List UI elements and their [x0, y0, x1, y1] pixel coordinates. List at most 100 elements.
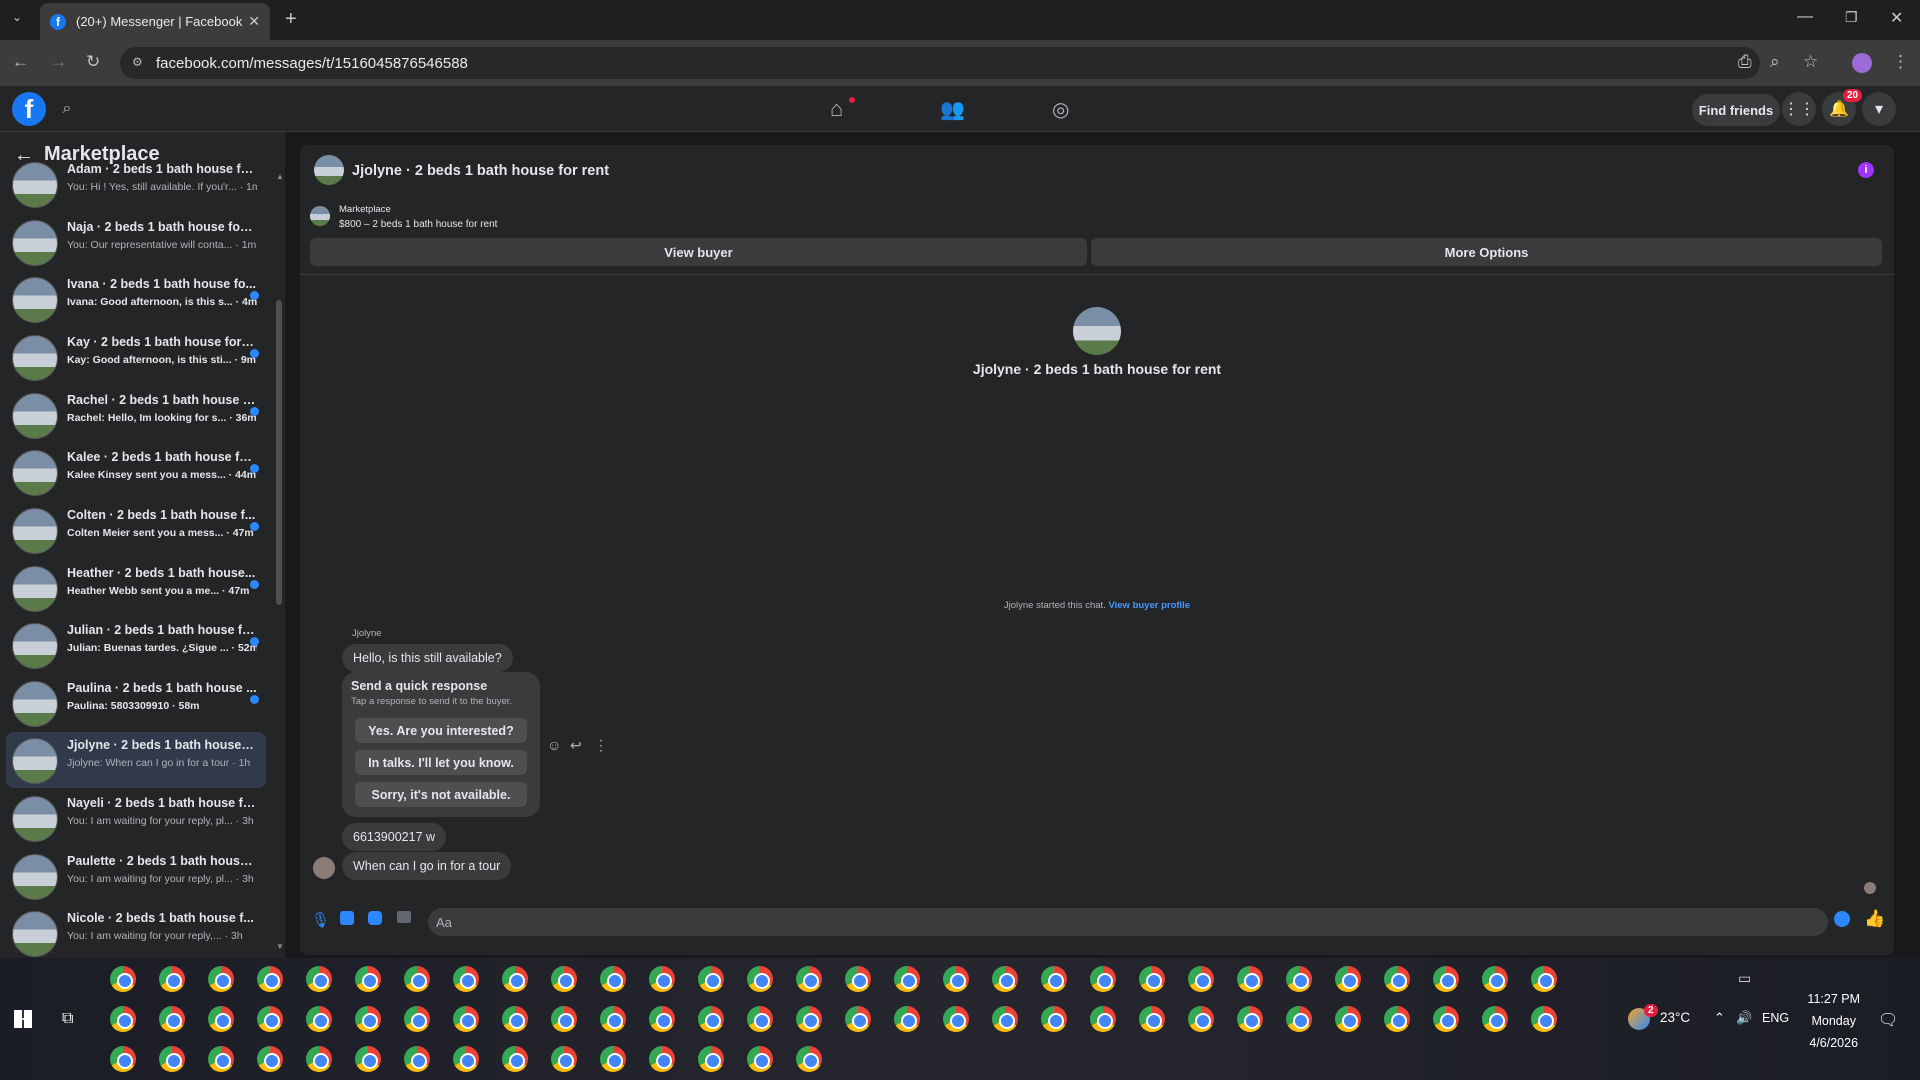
taskbar-app-icon[interactable]: [355, 966, 381, 992]
taskbar-app-icon[interactable]: [1433, 966, 1459, 992]
taskbar-app-icon[interactable]: [1335, 1006, 1361, 1032]
more-options-button[interactable]: More Options: [1091, 238, 1882, 266]
find-friends-button[interactable]: Find friends: [1692, 94, 1780, 126]
taskbar-app-icon[interactable]: [1286, 966, 1312, 992]
task-view-icon[interactable]: ⧉: [62, 1010, 73, 1028]
tab-list-dropdown-icon[interactable]: ⌄: [12, 10, 22, 24]
quick-response-yes[interactable]: Yes. Are you interested?: [355, 718, 527, 743]
taskbar-app-icon[interactable]: [747, 1006, 773, 1032]
taskbar-app-icon[interactable]: [796, 1006, 822, 1032]
profile-avatar[interactable]: [1852, 53, 1872, 73]
taskbar-app-icon[interactable]: [208, 966, 234, 992]
taskbar-app-icon[interactable]: [992, 1006, 1018, 1032]
address-bar[interactable]: ⚙ facebook.com/messages/t/15160458765465…: [120, 47, 1760, 79]
taskbar-app-icon[interactable]: [453, 1006, 479, 1032]
taskbar-app-icon[interactable]: [1531, 966, 1557, 992]
message-bubble-tour[interactable]: When can I go in for a tour: [342, 852, 512, 880]
home-icon[interactable]: ⌂: [830, 96, 843, 122]
taskbar-app-icon[interactable]: [159, 966, 185, 992]
taskbar-app-icon[interactable]: [894, 966, 920, 992]
install-app-icon[interactable]: ⎙: [1738, 52, 1752, 72]
message-bubble[interactable]: Hello, is this still available?: [342, 644, 513, 672]
taskbar-app-icon[interactable]: [943, 966, 969, 992]
conversation-item[interactable]: Kalee · 2 beds 1 bath house fo... Kalee K…: [6, 444, 266, 500]
taskbar-app-icon[interactable]: [1286, 1006, 1312, 1032]
sidebar-scrollbar[interactable]: [276, 300, 282, 605]
groups-icon[interactable]: ◎: [1052, 97, 1069, 122]
conversation-item[interactable]: Adam · 2 beds 1 bath house for ... You: H…: [6, 156, 266, 212]
taskbar-app-icon[interactable]: [355, 1006, 381, 1032]
show-desktop-icon[interactable]: ▭: [1738, 970, 1751, 987]
emoji-icon[interactable]: [1834, 911, 1850, 927]
tray-chevron-icon[interactable]: ⌃: [1714, 1010, 1725, 1026]
listing-price[interactable]: $800 – 2 beds 1 bath house for rent: [339, 219, 497, 230]
view-buyer-button[interactable]: View buyer: [310, 238, 1087, 266]
quick-response-not-available[interactable]: Sorry, it's not available.: [355, 782, 527, 807]
taskbar-app-icon[interactable]: [943, 1006, 969, 1032]
taskbar-app-icon[interactable]: [1384, 1006, 1410, 1032]
taskbar-app-icon[interactable]: [110, 1046, 136, 1072]
taskbar-app-icon[interactable]: [306, 1006, 332, 1032]
taskbar-app-icon[interactable]: [1041, 1006, 1067, 1032]
taskbar-app-icon[interactable]: [845, 1006, 871, 1032]
sender-avatar[interactable]: [313, 857, 335, 879]
facebook-logo[interactable]: f: [12, 92, 46, 126]
menu-grid-icon[interactable]: ⋮⋮: [1782, 92, 1816, 126]
react-icon[interactable]: ☺: [547, 737, 561, 753]
taskbar-app-icon[interactable]: [1531, 1006, 1557, 1032]
taskbar-app-icon[interactable]: [257, 1046, 283, 1072]
language-indicator[interactable]: ENG: [1762, 1011, 1789, 1025]
chat-title[interactable]: Jjolyne · 2 beds 1 bath house for rent: [352, 163, 609, 179]
new-tab-button[interactable]: +: [285, 8, 297, 31]
taskbar-app-icon[interactable]: [502, 1046, 528, 1072]
message-bubble-phone[interactable]: 6613900217 w: [342, 823, 447, 851]
conversation-item[interactable]: Rachel · 2 beds 1 bath house f... Rachel:…: [6, 387, 266, 443]
taskbar-app-icon[interactable]: [502, 966, 528, 992]
taskbar-app-icon[interactable]: [1482, 1006, 1508, 1032]
taskbar-app-icon[interactable]: [600, 966, 626, 992]
account-dropdown-icon[interactable]: ▾: [1862, 92, 1896, 126]
conversation-item[interactable]: Nicole · 2 beds 1 bath house f... You: I …: [6, 905, 266, 961]
taskbar-app-icon[interactable]: [698, 1046, 724, 1072]
conversation-item[interactable]: Colten · 2 beds 1 bath house f... Colten …: [6, 502, 266, 558]
taskbar-app-icon[interactable]: [551, 1006, 577, 1032]
taskbar-app-icon[interactable]: [306, 1046, 332, 1072]
taskbar-app-icon[interactable]: [404, 966, 430, 992]
browser-menu-icon[interactable]: ⋮: [1892, 52, 1909, 72]
reply-icon[interactable]: ↩: [570, 737, 582, 754]
scroll-down-icon[interactable]: ▼: [276, 942, 284, 951]
taskbar-app-icon[interactable]: [551, 1046, 577, 1072]
taskbar-app-icon[interactable]: [257, 1006, 283, 1032]
taskbar-app-icon[interactable]: [159, 1046, 185, 1072]
taskbar-app-icon[interactable]: [747, 1046, 773, 1072]
taskbar-app-icon[interactable]: [600, 1006, 626, 1032]
taskbar-app-icon[interactable]: [1237, 966, 1263, 992]
conversation-item[interactable]: Paulette · 2 beds 1 bath house f... You: …: [6, 848, 266, 904]
thumbs-up-icon[interactable]: 👍: [1864, 909, 1885, 929]
notification-center-icon[interactable]: 🗨: [1878, 1010, 1898, 1030]
taskbar-app-icon[interactable]: [1384, 966, 1410, 992]
taskbar-app-icon[interactable]: [649, 1006, 675, 1032]
taskbar-app-icon[interactable]: [551, 966, 577, 992]
taskbar-app-icon[interactable]: [306, 966, 332, 992]
taskbar-app-icon[interactable]: [698, 966, 724, 992]
taskbar-app-icon[interactable]: [1433, 1006, 1459, 1032]
site-info-icon[interactable]: ⚙: [132, 55, 143, 69]
taskbar-app-icon[interactable]: [453, 1046, 479, 1072]
quick-response-in-talks[interactable]: In talks. I'll let you know.: [355, 750, 527, 775]
taskbar-app-icon[interactable]: [453, 966, 479, 992]
browser-tab[interactable]: f (20+) Messenger | Facebook ✕: [40, 3, 270, 40]
taskbar-app-icon[interactable]: [1139, 1006, 1165, 1032]
taskbar-app-icon[interactable]: [110, 966, 136, 992]
info-icon[interactable]: i: [1858, 162, 1874, 178]
taskbar-app-icon[interactable]: [1188, 966, 1214, 992]
conversation-item[interactable]: Naja · 2 beds 1 bath house for r... You: …: [6, 214, 266, 270]
taskbar-app-icon[interactable]: [600, 1046, 626, 1072]
taskbar-app-icon[interactable]: [649, 966, 675, 992]
conversation-item[interactable]: Ivana · 2 beds 1 bath house fo... Ivana: …: [6, 271, 266, 327]
taskbar-app-icon[interactable]: [747, 966, 773, 992]
taskbar-app-icon[interactable]: [894, 1006, 920, 1032]
system-clock[interactable]: 11:27 PM Monday 4/6/2026: [1807, 988, 1860, 1054]
restore-icon[interactable]: ❐: [1845, 9, 1858, 26]
taskbar-app-icon[interactable]: [110, 1006, 136, 1032]
